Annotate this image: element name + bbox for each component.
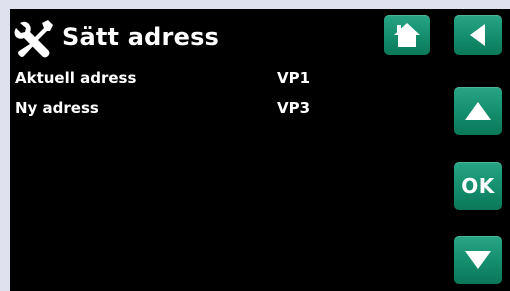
home-icon [394,23,420,47]
current-address-label: Aktuell adress [15,69,137,87]
home-button[interactable] [384,15,430,55]
up-button[interactable] [454,87,502,135]
new-address-value[interactable]: VP3 [277,99,310,117]
ok-button[interactable]: OK [454,162,502,210]
display-screen: Sätt adress Aktuell adress VP1 Ny adress… [10,9,510,291]
down-button[interactable] [454,236,502,284]
back-button[interactable] [454,15,502,55]
up-arrow-icon [465,102,491,120]
ok-button-label: OK [461,174,495,198]
device-bezel: Sätt adress Aktuell adress VP1 Ny adress… [0,0,510,291]
page-title: Sätt adress [62,23,220,51]
new-address-label: Ny adress [15,99,99,117]
down-arrow-icon [465,251,491,269]
back-arrow-icon [470,24,485,46]
tools-icon [14,19,56,59]
current-address-value: VP1 [277,69,311,87]
